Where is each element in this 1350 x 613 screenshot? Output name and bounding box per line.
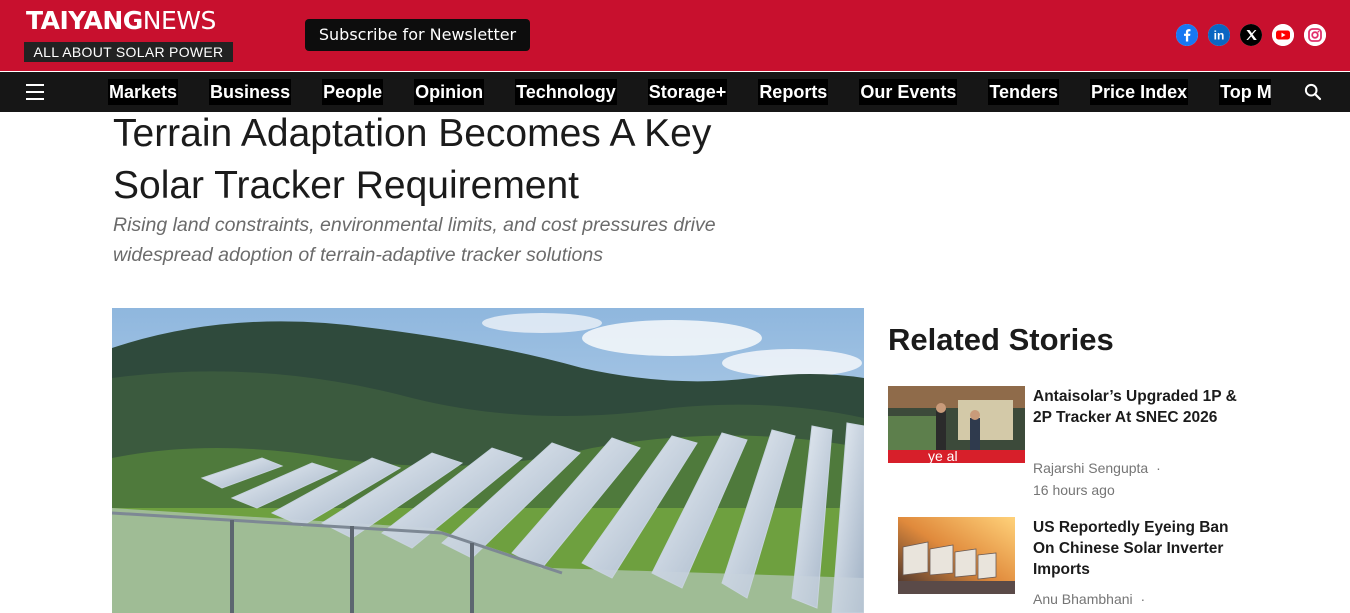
nav-item-people[interactable]: People (322, 79, 384, 105)
site-header: TAIYANGNEWS ALL ABOUT SOLAR POWER Subscr… (0, 0, 1350, 71)
svg-text:in: in (1214, 29, 1225, 43)
story-thumbnail-1[interactable]: ye al (888, 386, 1025, 463)
related-stories-heading: Related Stories (888, 322, 1114, 357)
nav-item-our-events[interactable]: Our Events (859, 79, 958, 105)
story-thumbnail-2[interactable] (898, 517, 1015, 594)
nav-item-markets[interactable]: Markets (108, 79, 179, 105)
nav-item-business[interactable]: Business (209, 79, 292, 105)
nav-item-opinion[interactable]: Opinion (414, 79, 485, 105)
instagram-icon[interactable] (1304, 24, 1326, 46)
nav-item-storage[interactable]: Storage+ (647, 79, 728, 105)
menu-icon[interactable] (26, 84, 46, 100)
story-title-1[interactable]: Antaisolar’s Upgraded 1P & 2P Tracker At… (1033, 386, 1243, 428)
article-hero-image (112, 308, 864, 613)
svg-text:ye al: ye al (928, 448, 958, 463)
nav-item-price-index[interactable]: Price Index (1090, 79, 1189, 105)
search-icon[interactable] (1304, 83, 1322, 101)
main-navigation: Markets Business People Opinion Technology St… (0, 72, 1350, 112)
logo-tagline: ALL ABOUT SOLAR POWER (24, 42, 233, 62)
story-meta-2: Anu Bhambhani · (1033, 588, 1213, 610)
meta-separator: · (1140, 591, 1146, 607)
nav-item-technology[interactable]: Technology (515, 79, 617, 105)
story-meta-1: Rajarshi Sengupta · 16 hours ago (1033, 457, 1213, 501)
article-subheadline: Rising land constraints, environmental l… (113, 214, 716, 266)
subscribe-newsletter-button[interactable]: Subscribe for Newsletter (305, 19, 530, 51)
facebook-icon[interactable] (1176, 24, 1198, 46)
story-title-2[interactable]: US Reportedly Eyeing Ban On Chinese Sola… (1033, 517, 1243, 580)
story-author-2[interactable]: Anu Bhambhani (1033, 591, 1133, 607)
article-headline: Terrain Adaptation Becomes A Key Solar T… (113, 112, 712, 207)
nav-item-top-mod[interactable]: Top Mod (1219, 79, 1271, 105)
meta-separator: · (1156, 460, 1161, 476)
x-icon[interactable] (1240, 24, 1262, 46)
story-time-1: 16 hours ago (1033, 482, 1115, 498)
site-logo[interactable]: TAIYANGNEWS ALL ABOUT SOLAR POWER (24, 6, 234, 64)
logo-wordmark: TAIYANGNEWS (26, 6, 216, 35)
nav-item-tenders[interactable]: Tenders (988, 79, 1060, 105)
youtube-icon[interactable] (1272, 24, 1294, 46)
linkedin-icon[interactable]: in (1208, 24, 1230, 46)
nav-items: Markets Business People Opinion Technology St… (108, 79, 1271, 105)
story-author-1[interactable]: Rajarshi Sengupta (1033, 460, 1148, 476)
nav-item-reports[interactable]: Reports (758, 79, 829, 105)
